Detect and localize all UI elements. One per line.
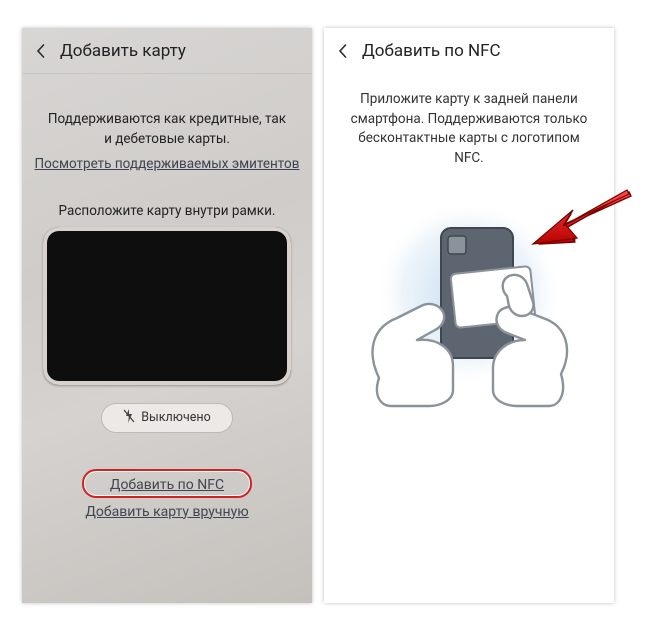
flash-label: Выключено [141,410,210,425]
add-by-nfc-highlight: Добавить по NFC [82,469,252,498]
camera-viewfinder [43,227,291,385]
frame-caption: Расположите карту внутри рамки. [22,197,312,227]
header: Добавить карту [22,28,312,74]
nfc-illustration [349,178,589,408]
screen-add-card: Добавить карту Поддерживаются как кредит… [22,28,312,603]
back-icon[interactable] [30,40,52,62]
back-icon[interactable] [332,40,354,62]
support-text: Поддерживаются как кредитные, так и дебе… [22,74,312,153]
screen-add-by-nfc: Добавить по NFC Приложите карту к задней… [324,28,614,603]
page-title: Добавить по NFC [362,41,501,61]
flash-toggle[interactable]: Выключено [101,403,233,433]
flash-off-icon [123,409,135,427]
page-title: Добавить карту [60,41,186,61]
header: Добавить по NFC [324,28,614,74]
issuers-link[interactable]: Посмотреть поддерживаемых эмитентов [22,153,312,197]
add-manually-link[interactable]: Добавить карту вручную [22,504,312,520]
add-by-nfc-link[interactable]: Добавить по NFC [110,477,224,493]
nfc-instruction: Приложите карту к задней панели смартфон… [324,74,614,172]
